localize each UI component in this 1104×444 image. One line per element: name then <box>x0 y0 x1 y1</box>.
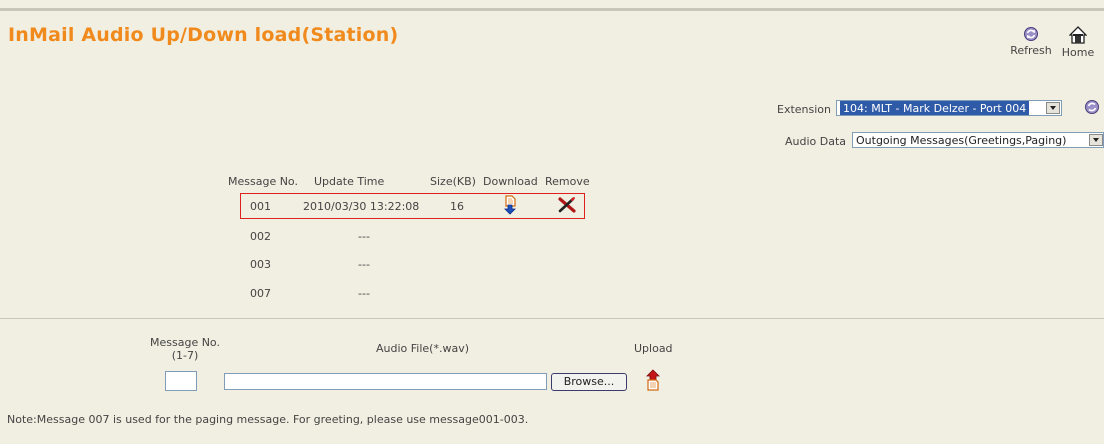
upload-icon[interactable] <box>646 369 660 391</box>
download-icon[interactable] <box>503 195 517 215</box>
upload-message-no-label: Message No. (1-7) <box>140 336 230 362</box>
row-message-no: 007 <box>250 287 271 300</box>
upload-message-no-range: (1-7) <box>171 349 199 362</box>
home-icon <box>1069 26 1087 44</box>
header-update-time: Update Time <box>314 175 385 188</box>
top-divider <box>0 8 1104 11</box>
audio-file-label: Audio File(*.wav) <box>376 342 469 355</box>
header-message-no: Message No. <box>228 175 298 188</box>
audio-data-select[interactable]: Outgoing Messages(Greetings,Paging) <box>852 132 1104 148</box>
extension-label: Extension <box>777 103 832 116</box>
audio-data-label: Audio Data <box>785 135 847 148</box>
row-message-no: 001 <box>250 200 271 213</box>
chevron-down-icon <box>1089 134 1103 146</box>
note-text: Note:Message 007 is used for the paging … <box>7 413 529 426</box>
row-update-time: --- <box>358 258 370 271</box>
row-message-no: 002 <box>250 230 271 243</box>
row-update-time: 2010/03/30 13:22:08 <box>303 200 420 213</box>
remove-icon[interactable] <box>557 196 577 214</box>
header-size: Size(KB) <box>430 175 476 188</box>
extension-refresh-icon[interactable] <box>1084 99 1100 115</box>
row-message-no: 003 <box>250 258 271 271</box>
row-update-time: --- <box>358 287 370 300</box>
audio-data-value: Outgoing Messages(Greetings,Paging) <box>856 134 1067 147</box>
home-label: Home <box>1061 46 1095 59</box>
upload-label: Upload <box>634 342 673 355</box>
home-button[interactable]: Home <box>1058 26 1098 59</box>
section-divider <box>0 318 1104 319</box>
upload-message-no-title: Message No. <box>150 336 220 349</box>
extension-select[interactable]: 104: MLT - Mark Delzer - Port 004 <box>836 100 1062 116</box>
header-download: Download <box>483 175 538 188</box>
row-update-time: --- <box>358 230 370 243</box>
page-title: InMail Audio Up/Down load(Station) <box>8 24 399 46</box>
browse-button[interactable]: Browse... <box>551 373 627 391</box>
header-remove: Remove <box>545 175 590 188</box>
chevron-down-icon <box>1046 102 1060 114</box>
audio-file-input[interactable] <box>224 373 547 390</box>
refresh-button[interactable]: Refresh <box>1007 26 1055 57</box>
message-no-input[interactable] <box>165 371 197 391</box>
refresh-label: Refresh <box>1010 44 1052 57</box>
refresh-icon <box>1024 27 1038 41</box>
row-size: 16 <box>450 200 464 213</box>
extension-value: 104: MLT - Mark Delzer - Port 004 <box>840 101 1030 115</box>
